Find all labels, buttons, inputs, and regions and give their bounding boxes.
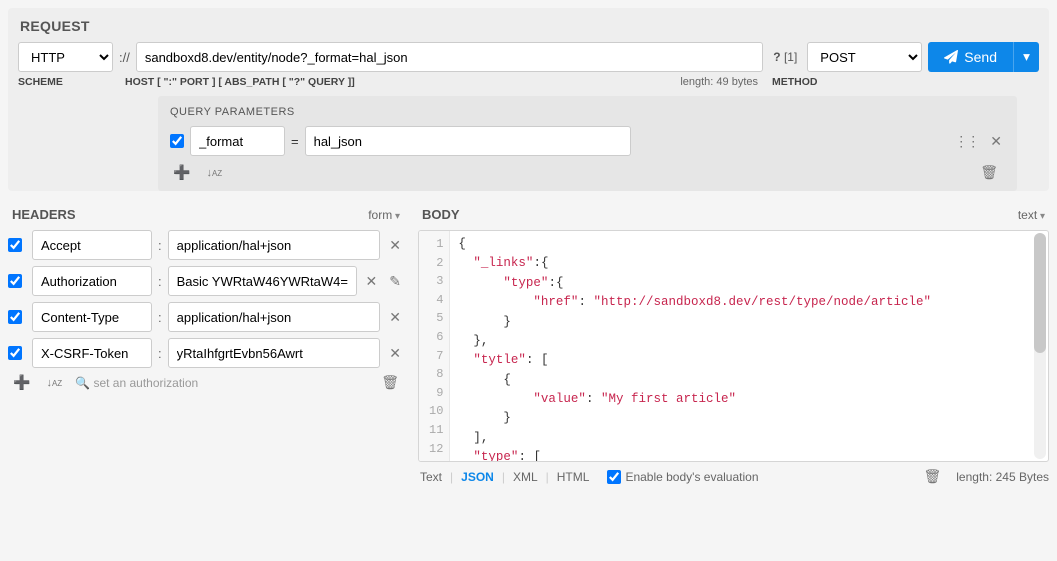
remove-header-icon[interactable]: ✕ xyxy=(363,273,381,290)
request-labels: SCHEME HOST [ ":" PORT ] [ ABS_PATH [ "?… xyxy=(8,76,1049,96)
request-title: REQUEST xyxy=(8,8,1049,42)
scheme-select[interactable]: HTTP xyxy=(18,42,113,72)
header-row: : ✕ ✎ xyxy=(8,266,404,296)
method-select[interactable]: POST xyxy=(807,42,922,72)
header-key[interactable] xyxy=(32,338,152,368)
query-param-row: = ⋮⋮ ✕ xyxy=(170,126,1005,156)
code-area[interactable]: { "_links":{ "type":{ "href": "http://sa… xyxy=(450,231,1048,461)
equals-sign: = xyxy=(291,134,299,149)
body-tab-json[interactable]: JSON xyxy=(459,470,496,484)
query-param-value[interactable] xyxy=(305,126,631,156)
remove-header-icon[interactable]: ✕ xyxy=(386,345,404,362)
line-gutter: 123456789101112131415 xyxy=(419,231,450,461)
send-button-group: Send ▾ xyxy=(928,42,1039,72)
query-count-hint[interactable]: ? ? [1][1] xyxy=(769,50,801,64)
send-dropdown[interactable]: ▾ xyxy=(1013,42,1039,72)
colon: : xyxy=(158,238,162,253)
query-param-actions: ➕ ↓AZ 🗑 xyxy=(170,164,1005,181)
header-value[interactable] xyxy=(168,338,381,368)
colon: : xyxy=(158,274,162,289)
header-row: :✕ xyxy=(8,338,404,368)
header-row: :✕ xyxy=(8,230,404,260)
body-format-tabs: Text|JSON|XML|HTML Enable body's evaluat… xyxy=(418,470,759,484)
url-input[interactable] xyxy=(136,42,763,72)
body-tab-text[interactable]: Text xyxy=(418,470,444,484)
headers-actions: ➕ ↓AZ 🔍 set an authorization 🗑 xyxy=(8,374,404,391)
add-param-icon[interactable]: ➕ xyxy=(170,164,193,181)
header-row: :✕ xyxy=(8,302,404,332)
request-panel: REQUEST HTTP :// ? ? [1][1] POST Send ▾ … xyxy=(8,8,1049,191)
header-enabled[interactable] xyxy=(8,346,22,360)
body-column: BODY text 123456789101112131415 { "_link… xyxy=(418,203,1049,485)
set-authorization-link[interactable]: 🔍 set an authorization xyxy=(75,376,198,390)
sort-params-icon[interactable]: ↓AZ xyxy=(203,167,225,179)
request-row: HTTP :// ? ? [1][1] POST Send ▾ xyxy=(8,42,1049,76)
body-editor[interactable]: 123456789101112131415 { "_links":{ "type… xyxy=(418,230,1049,462)
headers-list: :✕:✕✎:✕:✕ xyxy=(8,230,404,368)
headers-column: HEADERS form :✕:✕✎:✕:✕ ➕ ↓AZ 🔍 set an au… xyxy=(8,203,404,485)
header-key[interactable] xyxy=(32,230,152,260)
send-label: Send xyxy=(964,49,997,65)
eval-checkbox[interactable] xyxy=(607,470,621,484)
scheme-label: SCHEME xyxy=(18,76,119,88)
header-value[interactable] xyxy=(168,266,357,296)
header-key[interactable] xyxy=(32,266,152,296)
trash-body-icon[interactable]: 🗑 xyxy=(920,468,944,485)
method-label: METHOD xyxy=(764,76,1039,88)
trash-headers-icon[interactable]: 🗑 xyxy=(378,374,402,391)
scheme-separator: :// xyxy=(119,50,130,65)
body-tab-html[interactable]: HTML xyxy=(555,470,592,484)
header-value[interactable] xyxy=(168,302,381,332)
sort-headers-icon[interactable]: ↓AZ xyxy=(43,377,65,389)
query-params-title: QUERY PARAMETERS xyxy=(170,106,1005,118)
edit-header-icon[interactable]: ✎ xyxy=(386,273,404,290)
colon: : xyxy=(158,310,162,325)
body-title: BODY xyxy=(422,207,460,222)
enable-body-eval[interactable]: Enable body's evaluation xyxy=(607,470,758,484)
body-length: length: 245 Bytes xyxy=(956,470,1049,484)
header-key[interactable] xyxy=(32,302,152,332)
remove-header-icon[interactable]: ✕ xyxy=(386,237,404,254)
scrollbar-thumb[interactable] xyxy=(1034,233,1046,353)
send-button[interactable]: Send xyxy=(928,42,1013,72)
remove-param-icon[interactable]: ✕ xyxy=(987,133,1005,150)
header-enabled[interactable] xyxy=(8,310,22,324)
body-footer: Text|JSON|XML|HTML Enable body's evaluat… xyxy=(418,468,1049,485)
trash-params-icon[interactable]: 🗑 xyxy=(977,164,1001,181)
headers-title: HEADERS xyxy=(12,207,76,222)
columns: HEADERS form :✕:✕✎:✕:✕ ➕ ↓AZ 🔍 set an au… xyxy=(0,203,1057,493)
remove-header-icon[interactable]: ✕ xyxy=(386,309,404,326)
headers-mode-dropdown[interactable]: form xyxy=(368,208,400,222)
header-enabled[interactable] xyxy=(8,238,22,252)
add-header-icon[interactable]: ➕ xyxy=(10,374,33,391)
body-mode-dropdown[interactable]: text xyxy=(1018,208,1045,222)
url-length: length: 49 bytes xyxy=(680,76,758,88)
colon: : xyxy=(158,346,162,361)
drag-handle-icon[interactable]: ⋮⋮ xyxy=(951,133,981,150)
host-label: HOST [ ":" PORT ] [ ABS_PATH [ "?" QUERY… xyxy=(125,76,758,88)
query-params-block: QUERY PARAMETERS = ⋮⋮ ✕ ➕ ↓AZ 🗑 xyxy=(158,96,1017,191)
query-param-enabled[interactable] xyxy=(170,134,184,148)
query-param-key[interactable] xyxy=(190,126,285,156)
body-tab-xml[interactable]: XML xyxy=(511,470,540,484)
header-enabled[interactable] xyxy=(8,274,22,288)
send-icon xyxy=(944,50,958,64)
header-value[interactable] xyxy=(168,230,381,260)
